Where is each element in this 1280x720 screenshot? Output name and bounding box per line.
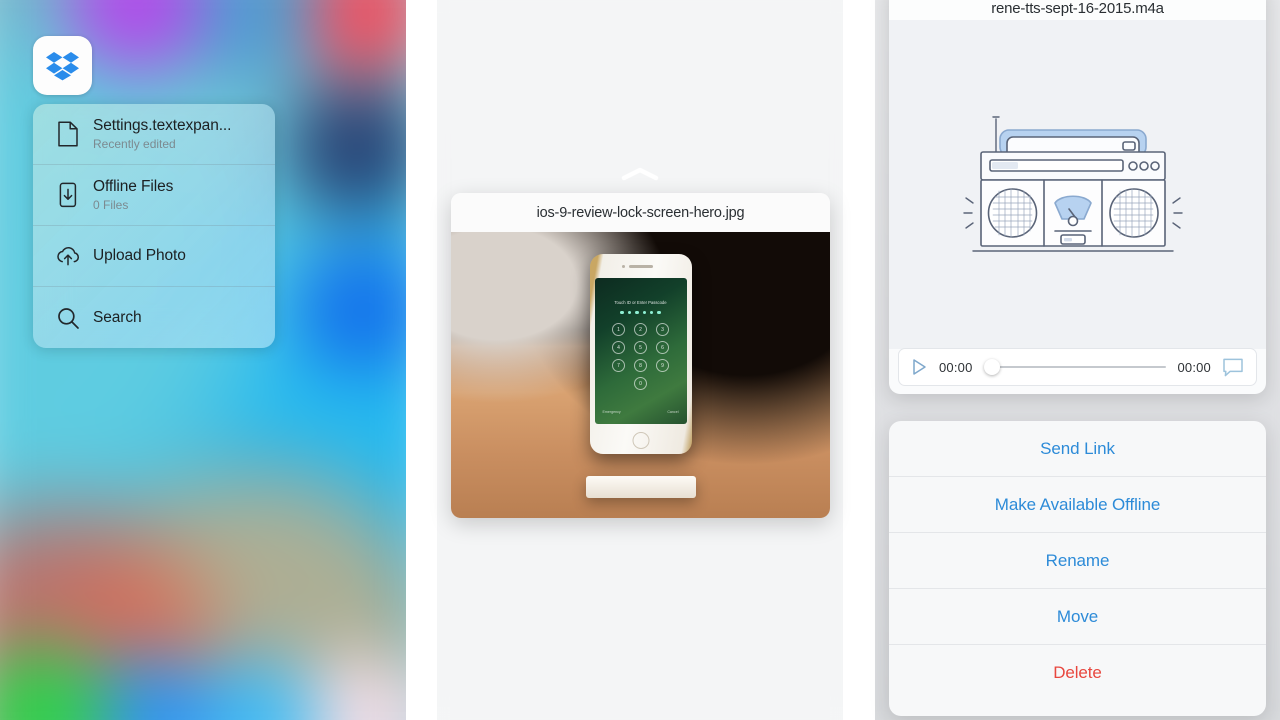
keypad-key: 6 <box>656 341 669 354</box>
keypad-key: 4 <box>612 341 625 354</box>
image-preview-card[interactable]: ios-9-review-lock-screen-hero.jpg Touch … <box>451 193 830 518</box>
quick-action-recent-file[interactable]: Settings.textexpan... Recently edited <box>33 104 275 165</box>
action-rename[interactable]: Rename <box>889 533 1266 589</box>
quick-action-subtitle: 0 Files <box>93 197 129 212</box>
home-button <box>632 432 649 449</box>
passcode-prompt: Touch ID or Enter Passcode <box>614 300 667 305</box>
elapsed-time: 00:00 <box>939 359 973 375</box>
lock-screen-actions: Emergency Cancel <box>603 410 679 414</box>
play-icon[interactable] <box>911 358 928 376</box>
audio-scrubber[interactable] <box>983 359 1167 375</box>
audio-player-bar: 00:00 00:00 <box>898 348 1257 386</box>
chevron-up-icon[interactable] <box>620 166 660 182</box>
cloud-upload-icon <box>51 245 85 267</box>
quick-action-title: Upload Photo <box>93 247 186 265</box>
quick-action-offline-files[interactable]: Offline Files 0 Files <box>33 165 275 226</box>
scrubber-track <box>983 366 1167 368</box>
scrubber-knob[interactable] <box>983 359 1000 375</box>
passcode-dots <box>595 311 687 315</box>
dropbox-app-icon[interactable] <box>33 36 92 95</box>
search-icon <box>51 306 85 330</box>
quick-actions-panel: Settings.textexpan... Recently edited Of… <box>0 0 406 720</box>
keypad-key: 2 <box>634 323 647 336</box>
document-icon <box>51 121 85 147</box>
audio-preview-card: rene-tts-sept-16-2015.m4a 00:00 00:00 <box>889 0 1266 394</box>
action-send-link[interactable]: Send Link <box>889 421 1266 477</box>
image-preview-photo: Touch ID or Enter Passcode 1 2 3 4 5 6 7… <box>451 232 830 518</box>
keypad-key: 0 <box>634 377 647 390</box>
device-download-icon <box>51 182 85 208</box>
keypad-key: 5 <box>634 341 647 354</box>
passcode-keypad: 1 2 3 4 5 6 7 8 9 0 <box>595 323 687 390</box>
keypad-key: 8 <box>634 359 647 372</box>
lock-screen: Touch ID or Enter Passcode 1 2 3 4 5 6 7… <box>594 278 687 424</box>
boombox-illustration <box>962 115 1183 252</box>
action-delete[interactable]: Delete <box>889 645 1266 701</box>
keypad-key: 9 <box>656 359 669 372</box>
action-sheet: Send Link Make Available Offline Rename … <box>889 421 1266 716</box>
keypad-key: 7 <box>612 359 625 372</box>
cancel-label: Cancel <box>667 410 679 414</box>
front-camera-dot <box>621 265 625 268</box>
quick-action-title: Settings.textexpan... <box>93 117 232 135</box>
phone-dock <box>585 476 696 498</box>
action-make-available-offline[interactable]: Make Available Offline <box>889 477 1266 533</box>
audio-artwork <box>889 20 1266 349</box>
quick-actions-menu: Settings.textexpan... Recently edited Of… <box>33 104 275 348</box>
duration-time: 00:00 <box>1177 359 1211 375</box>
image-filename-label: ios-9-review-lock-screen-hero.jpg <box>451 193 830 232</box>
action-move[interactable]: Move <box>889 589 1266 645</box>
emergency-label: Emergency <box>602 410 621 414</box>
screenshot-stage: Settings.textexpan... Recently edited Of… <box>0 0 1280 720</box>
iphone-in-photo: Touch ID or Enter Passcode 1 2 3 4 5 6 7… <box>589 254 692 454</box>
quick-action-title: Search <box>93 308 142 326</box>
keypad-key: 3 <box>656 323 669 336</box>
quick-action-title: Offline Files <box>93 178 174 196</box>
dropbox-logo-icon <box>45 51 79 80</box>
comment-bubble-icon[interactable] <box>1222 357 1244 378</box>
earpiece-speaker <box>628 265 653 268</box>
audio-filename-label: rene-tts-sept-16-2015.m4a <box>889 0 1266 20</box>
quick-action-subtitle: Recently edited <box>93 136 176 151</box>
keypad-key: 1 <box>612 323 625 336</box>
quick-action-search[interactable]: Search <box>33 287 275 348</box>
quick-action-upload-photo[interactable]: Upload Photo <box>33 226 275 287</box>
